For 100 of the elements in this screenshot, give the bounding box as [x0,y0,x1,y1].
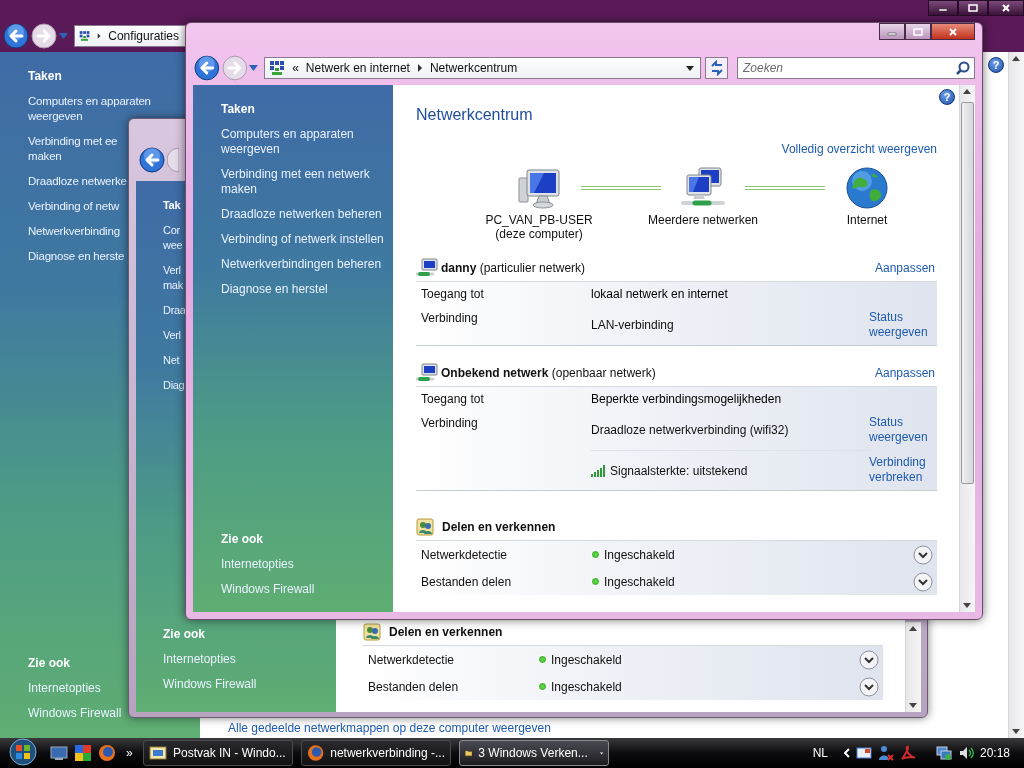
start-button[interactable] [6,737,40,766]
computer-icon [517,166,561,210]
task-link[interactable]: Netwerkverbinding [28,224,120,239]
back-button[interactable] [139,147,165,173]
scrollbar[interactable] [959,85,975,612]
view-status-link[interactable]: Status weergeven [869,415,931,445]
maximize-button[interactable] [958,0,988,16]
task-link[interactable]: Computers en apparaten weergeven [28,94,151,124]
address-bar[interactable]: Configuraties [74,25,186,47]
task-link[interactable]: Draa [163,303,186,318]
search-field[interactable]: Zoeken [737,57,975,79]
task-link[interactable]: Cor wee [163,223,183,253]
task-link[interactable]: Diagnose en herstel [221,282,328,297]
forward-button[interactable] [31,23,57,49]
connection-name: LAN-verbinding [591,318,674,332]
scroll-up-arrow-icon[interactable] [909,626,917,631]
network-tray-icon[interactable] [935,745,952,761]
network-icon [416,363,438,383]
taskbar-button[interactable]: netwerkverbinding -... [301,740,451,766]
mail-icon[interactable] [855,746,872,760]
help-button[interactable]: ? [939,89,955,105]
taskbar-button[interactable]: Postvak IN - Windo... [143,740,293,766]
task-link[interactable]: Draadloze netwerke [28,174,127,189]
expand-button[interactable] [913,571,933,592]
pane-heading: Taken [221,102,256,117]
task-link[interactable]: Computers en apparaten weergeven [221,127,354,157]
node-label: Meerdere netwerken [647,213,759,227]
scroll-down-arrow-icon[interactable] [909,703,917,708]
user-error-icon[interactable] [877,745,894,761]
task-link[interactable]: Verbinding met ee maken [28,134,118,164]
scroll-up-arrow-icon[interactable] [1012,56,1020,61]
maximize-button[interactable] [905,23,931,40]
taskbar-button[interactable]: 3 Windows Verken... [459,740,609,766]
expand-button[interactable] [859,649,879,670]
scrollbar[interactable] [905,622,921,712]
scroll-down-arrow-icon[interactable] [963,603,971,608]
setting-label: Netwerkdetectie [367,652,456,667]
address-bar[interactable]: « Netwerk en internet Netwerkcentrum [264,57,702,79]
task-link[interactable]: Net [163,353,180,368]
mail-window-icon [149,744,167,762]
breadcrumb-arrow-icon [416,64,423,72]
customize-link[interactable]: Aanpassen [875,260,937,276]
minimize-button[interactable] [928,0,958,16]
see-also-link[interactable]: Windows Firewall [163,677,257,692]
see-also-link[interactable]: Windows Firewall [221,582,315,597]
see-also-link[interactable]: Internetopties [163,652,236,667]
task-link[interactable]: Verbinding of netwerk instellen [221,232,384,247]
task-link[interactable]: Verl mak [163,263,183,293]
language-indicator[interactable]: NL [812,746,828,760]
help-button[interactable]: ? [988,57,1004,73]
full-map-link[interactable]: Volledig overzicht weergeven [781,142,937,156]
task-link[interactable]: Diag [163,378,185,393]
volume-icon[interactable] [957,745,974,761]
customize-link[interactable]: Aanpassen [875,365,937,381]
see-also-link[interactable]: Windows Firewall [28,706,122,721]
minimize-button[interactable] [879,23,905,40]
task-link[interactable]: Netwerkverbindingen beheren [221,257,382,272]
node-label: Internet [846,213,888,227]
photo-app-icon[interactable] [74,744,92,762]
task-link[interactable]: Verl [163,328,181,343]
back-button[interactable] [194,55,220,81]
browser-icon[interactable] [98,744,116,762]
clock[interactable]: 20:18 [979,746,1010,760]
setting-label: Bestanden delen [367,679,460,694]
close-button[interactable] [988,0,1024,16]
task-link[interactable]: Verbinding of netw [28,199,120,214]
shared-folders-link[interactable]: Alle gedeelde netwerkmappen op deze computer weergeven [228,721,1008,736]
pdf-icon[interactable] [899,745,916,761]
expand-button[interactable] [913,544,933,565]
search-icon[interactable] [956,61,970,75]
disconnect-link[interactable]: Verbinding verbreken [869,455,931,485]
task-link[interactable]: Draadloze netwerken beheren [221,207,382,222]
signal-strength-icon [591,464,607,477]
history-dropdown-icon[interactable] [249,65,259,71]
show-desktop-icon[interactable] [50,745,68,761]
address-dropdown-icon[interactable] [686,65,695,71]
close-button[interactable] [931,23,975,40]
scroll-down-arrow-icon[interactable] [1012,729,1020,734]
field-label: Verbinding [420,416,478,430]
task-link[interactable]: Verbinding met een netwerk maken [221,167,370,197]
back-button[interactable] [3,23,29,49]
breadcrumb-overflow[interactable]: « [292,61,299,75]
node-label: PC_VAN_PB-USER [485,213,593,227]
see-also-link[interactable]: Internetopties [221,557,294,572]
expand-button[interactable] [859,676,879,697]
breadcrumb-arrow-icon [97,32,102,40]
see-also-link[interactable]: Internetopties [28,681,101,696]
network-name: danny (particulier netwerk) [441,261,586,275]
scroll-up-arrow-icon[interactable] [963,89,971,94]
view-status-link[interactable]: Status weergeven [869,310,931,340]
pane-heading: Tak [163,198,182,213]
scrollbar[interactable] [1008,52,1024,738]
pane-heading: Zie ook [163,627,205,642]
browser-icon [307,744,325,762]
pane-heading: Zie ook [28,656,70,671]
field-label: Verbinding [420,311,478,325]
task-link[interactable]: Diagnose en herste [28,249,125,264]
show-hidden-icons-icon[interactable] [843,748,850,758]
connection-name: Draadloze netwerkverbinding (wifi32) [591,423,789,437]
quick-launch-overflow[interactable]: » [126,746,140,760]
